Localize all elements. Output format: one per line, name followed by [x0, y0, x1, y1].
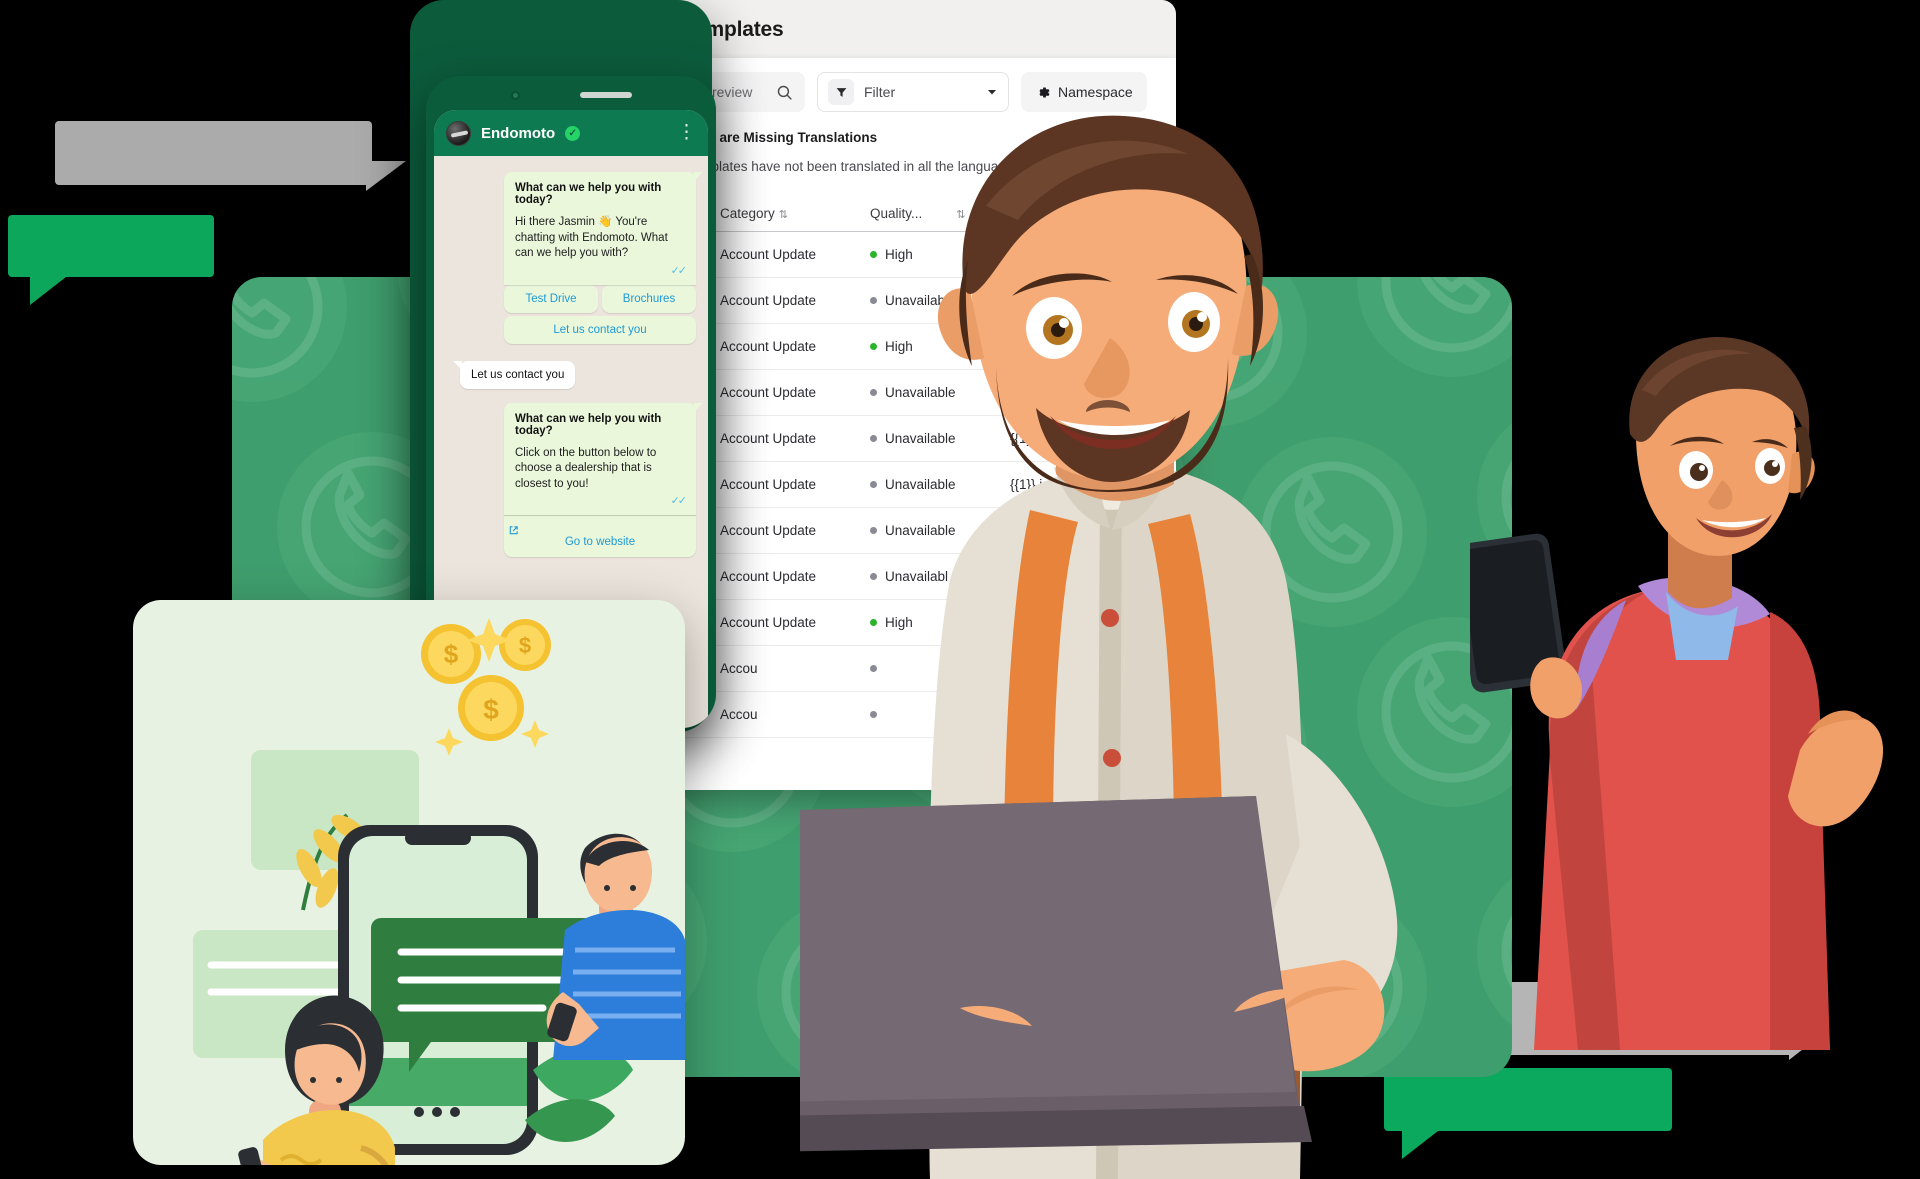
laptop — [800, 796, 1312, 1152]
decorative-speech-bubble-gray-top-left — [55, 121, 406, 191]
message-text: Click on the button below to choose a de… — [515, 446, 657, 490]
read-receipt-icon: ✓✓ — [670, 264, 687, 277]
messaging-illustration: $ $ $ — [193, 618, 685, 1165]
bubble-body — [55, 121, 372, 185]
earpiece-speaker — [579, 92, 632, 98]
bot-message-2: What can we help you with today? Click o… — [504, 402, 703, 516]
brand-avatar-icon[interactable] — [446, 120, 471, 146]
bubble-tail — [30, 277, 66, 305]
phone-notch — [434, 86, 708, 104]
bot-message-1-group: What can we help you with today? Hi ther… — [446, 172, 703, 285]
bubble-body — [8, 215, 214, 277]
read-receipt-icon: ✓✓ — [670, 495, 687, 508]
coins-icon: $ $ $ — [421, 618, 551, 756]
bot-message-2-group: What can we help you with today? Click o… — [446, 402, 703, 558]
bot-message-1: What can we help you with today? Hi ther… — [504, 172, 703, 285]
illustration-person-man — [546, 833, 685, 1060]
whatsapp-chat-header: Endomoto ✓ ⋮ — [434, 110, 708, 156]
message-header: What can we help you with today? — [515, 412, 662, 437]
message-header: What can we help you with today? — [515, 182, 662, 206]
chat-message-list: What can we help you with today? Hi ther… — [434, 156, 708, 573]
decorative-speech-bubble-green-top-left — [8, 215, 214, 305]
quick-reply-test-drive[interactable]: Test Drive — [504, 284, 598, 313]
verified-badge-icon: ✓ — [565, 125, 581, 141]
messaging-illustration-card: $ $ $ — [133, 600, 685, 1165]
leaf-decoration — [525, 1047, 633, 1142]
search-icon — [777, 85, 792, 100]
character-young-man-with-phone — [1470, 336, 1884, 1050]
front-camera-icon — [510, 90, 520, 100]
namespace-label: Namespace — [1058, 84, 1133, 100]
sort-arrows-icon[interactable]: ⇅ — [779, 209, 788, 221]
character-man-with-laptop — [800, 115, 1398, 1179]
chevron-down-icon — [988, 90, 996, 95]
svg-text:$: $ — [483, 694, 499, 725]
filter-icon — [828, 79, 854, 105]
namespace-button[interactable]: Namespace — [1021, 72, 1147, 112]
user-message-1: Let us contact you — [452, 360, 576, 389]
column-header-category-label: Category — [720, 206, 775, 221]
phone-typing-dots — [414, 1107, 460, 1117]
contact-name: Endomoto — [481, 124, 556, 142]
filter-label: Filter — [864, 84, 896, 100]
external-link-icon — [509, 526, 518, 535]
gear-icon — [1039, 87, 1050, 97]
quick-reply-row: Test Drive Brochures — [504, 284, 696, 313]
cta-label: Go to website — [564, 536, 636, 549]
quick-reply-let-us-contact-you[interactable]: Let us contact you — [504, 315, 696, 344]
svg-text:$: $ — [444, 639, 459, 669]
svg-text:$: $ — [519, 633, 531, 658]
bubble-tail — [366, 161, 406, 191]
composite-hero-scene: Message Templates Search by name or prev… — [0, 0, 1920, 1179]
cta-go-to-website-button[interactable]: Go to website — [504, 515, 696, 558]
quick-reply-brochures[interactable]: Brochures — [602, 284, 696, 313]
message-text: Hi there Jasmin 👋 You're chatting with E… — [515, 216, 668, 260]
filter-dropdown[interactable]: Filter — [817, 72, 1009, 112]
